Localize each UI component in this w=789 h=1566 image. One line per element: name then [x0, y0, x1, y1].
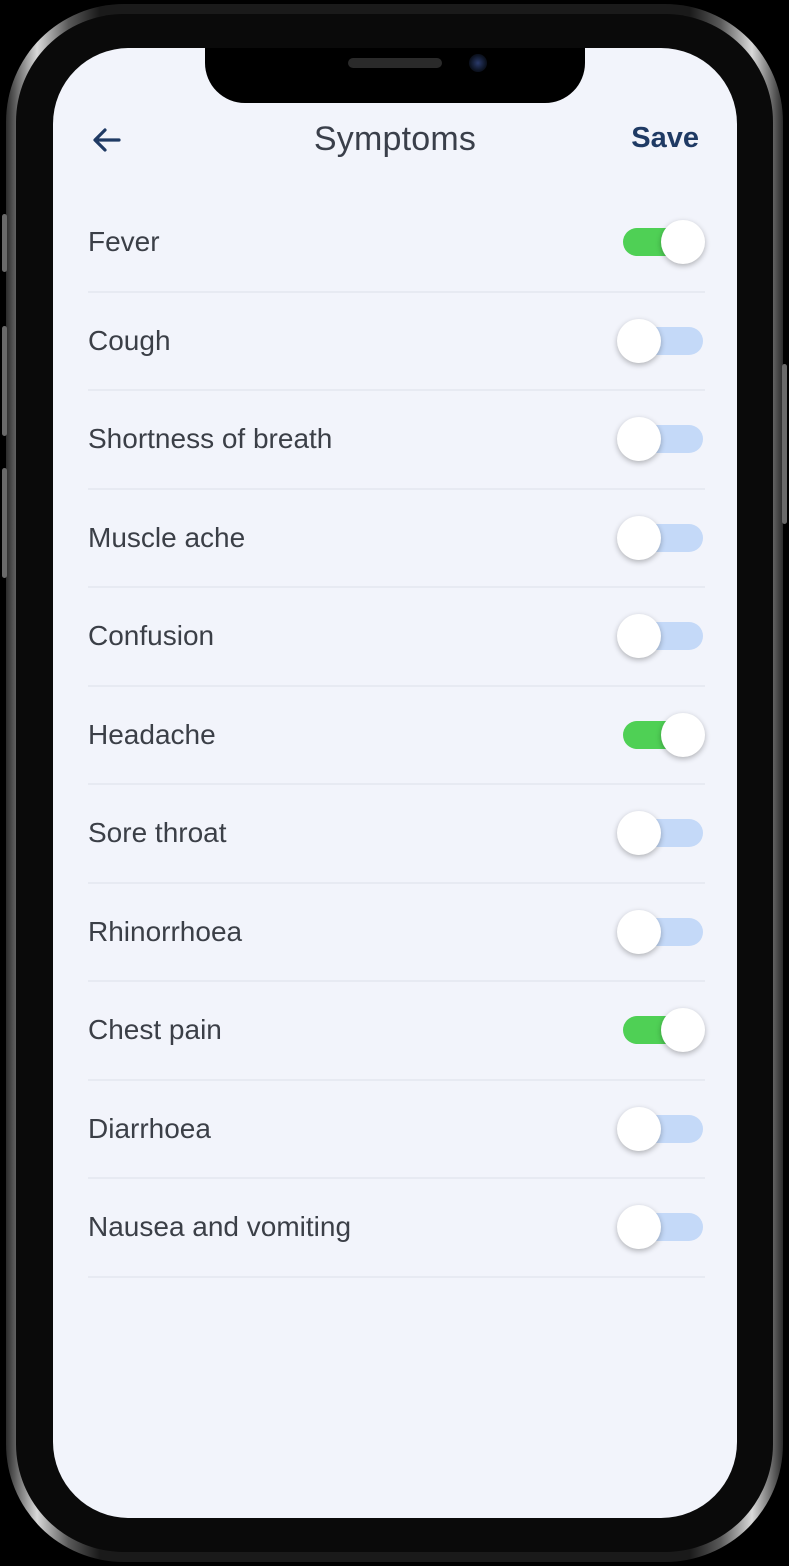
symptom-row: Diarrhoea — [88, 1081, 705, 1179]
symptom-label: Chest pain — [88, 1014, 222, 1046]
symptom-label: Headache — [88, 718, 216, 750]
header: Symptoms Save — [53, 114, 737, 166]
symptom-label: Nausea and vomiting — [88, 1211, 352, 1243]
save-button[interactable]: Save — [631, 122, 699, 155]
side-button-left-2 — [2, 326, 7, 436]
side-button-right — [782, 364, 787, 524]
symptom-row: Chest pain — [88, 982, 705, 1081]
symptom-toggle[interactable] — [617, 1106, 705, 1152]
symptom-label: Diarrhoea — [88, 1112, 211, 1144]
symptom-toggle[interactable] — [617, 515, 705, 561]
symptom-list: Fever Cough Shortness of breath Muscle ache… — [88, 194, 705, 1278]
symptom-row: Sore throat — [88, 785, 705, 884]
symptom-label: Confusion — [88, 620, 215, 652]
symptom-label: Rhinorrhoea — [88, 915, 243, 947]
symptom-toggle[interactable] — [617, 613, 705, 659]
side-button-left-3 — [2, 468, 7, 578]
symptom-row: Shortness of breath — [88, 391, 705, 490]
toggle-knob — [617, 614, 661, 659]
symptom-toggle[interactable] — [617, 909, 705, 955]
symptom-label: Cough — [88, 324, 171, 356]
toggle-knob — [617, 811, 661, 856]
symptom-toggle[interactable] — [617, 318, 705, 364]
notch — [205, 48, 585, 103]
symptom-row: Headache — [88, 687, 705, 785]
symptom-row: Cough — [88, 293, 705, 391]
toggle-knob — [661, 1008, 705, 1053]
toggle-knob — [661, 220, 705, 265]
toggle-knob — [617, 1106, 661, 1151]
toggle-knob — [617, 1205, 661, 1250]
symptom-row: Fever — [88, 194, 705, 293]
toggle-knob — [617, 515, 661, 560]
toggle-knob — [661, 712, 705, 757]
symptom-label: Sore throat — [88, 817, 227, 849]
toggle-knob — [617, 909, 661, 954]
symptom-row: Nausea and vomiting — [88, 1179, 705, 1278]
symptom-label: Muscle ache — [88, 521, 246, 553]
symptom-label: Shortness of breath — [88, 423, 333, 455]
symptom-toggle[interactable] — [619, 1007, 705, 1053]
side-button-left-1 — [2, 214, 7, 272]
app-screen: Symptoms Save Fever Cough Shortness of bre… — [53, 48, 737, 1518]
toggle-knob — [617, 417, 661, 462]
speaker — [348, 58, 442, 68]
symptom-label: Fever — [88, 226, 160, 258]
symptom-row: Confusion — [88, 588, 705, 687]
symptom-toggle[interactable] — [617, 1204, 705, 1250]
front-camera — [469, 54, 487, 72]
symptom-row: Rhinorrhoea — [88, 884, 705, 982]
symptom-row: Muscle ache — [88, 490, 705, 588]
symptom-toggle[interactable] — [617, 810, 705, 856]
symptom-toggle[interactable] — [619, 219, 705, 265]
symptom-toggle[interactable] — [619, 712, 705, 758]
toggle-knob — [617, 318, 661, 363]
symptom-toggle[interactable] — [617, 416, 705, 462]
